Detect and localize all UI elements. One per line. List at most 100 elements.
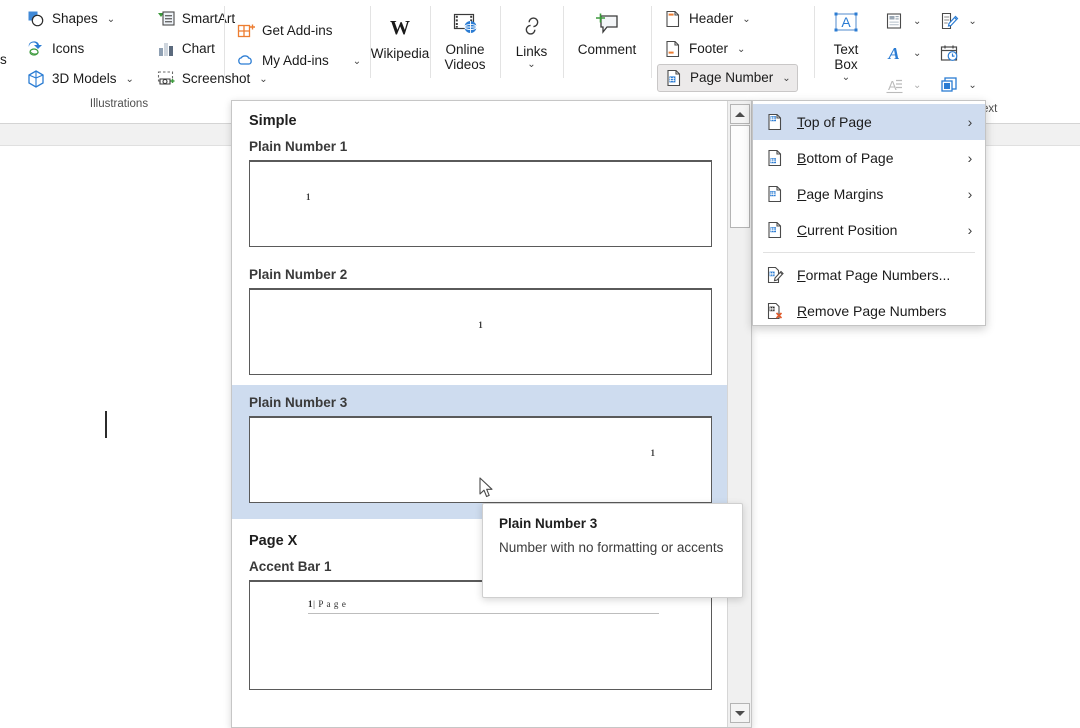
menu-item-label: Current Position xyxy=(797,222,898,238)
smartart-icon xyxy=(156,9,176,29)
svg-text:A: A xyxy=(888,78,897,93)
chevron-down-icon[interactable]: ⌄ xyxy=(968,80,976,91)
page-number-button[interactable]: Page Number ⌄ xyxy=(657,64,798,92)
get-addins-icon xyxy=(236,21,256,41)
menu-item-top-of-page[interactable]: Top of Page › xyxy=(753,104,985,140)
links-group-label xyxy=(500,80,563,100)
quick-parts-button[interactable]: ⌄ xyxy=(878,6,927,36)
gallery-item-title: Plain Number 2 xyxy=(249,267,348,282)
preview-accent-suffix: | P a g e xyxy=(313,599,347,609)
text-column-1: ⌄ A ⌄ A ⌄ xyxy=(878,6,927,100)
chevron-down-icon[interactable]: ⌄ xyxy=(968,16,976,27)
menu-item-format-page-numbers[interactable]: Format Page Numbers... xyxy=(753,257,985,293)
object-icon xyxy=(939,75,959,95)
footer-button[interactable]: Footer ⌄ xyxy=(657,34,798,64)
menu-separator xyxy=(763,252,975,253)
shapes-label: Shapes xyxy=(52,11,98,27)
3d-models-label: 3D Models xyxy=(52,71,117,87)
chevron-down-icon[interactable]: ⌄ xyxy=(913,80,921,91)
text-box-button[interactable]: A Text Box ⌄ xyxy=(820,6,872,83)
tooltip-description: Number with no formatting or accents xyxy=(499,540,724,555)
object-button[interactable]: ⌄ xyxy=(933,70,982,100)
chevron-down-icon[interactable]: ⌄ xyxy=(742,14,750,25)
preview-page-number: 1 xyxy=(306,192,311,202)
gallery-preview: 1 xyxy=(249,160,712,247)
gallery-item-title: Plain Number 3 xyxy=(249,395,348,410)
chevron-down-icon[interactable]: ⌄ xyxy=(737,44,745,55)
text-box-icon: A xyxy=(832,10,860,38)
wikipedia-button[interactable]: W Wikipedia xyxy=(371,10,430,61)
ribbon-group-container: Shapes ⌄ Icons 3D Models ⌄ SmartArt Char… xyxy=(14,0,977,110)
links-button[interactable]: Links ⌄ xyxy=(505,8,559,70)
signature-line-button[interactable]: ⌄ xyxy=(933,6,982,36)
menu-item-label: Page Margins xyxy=(797,186,884,202)
date-time-icon xyxy=(939,43,959,63)
chevron-down-icon[interactable]: ⌄ xyxy=(913,16,921,27)
3d-models-icon xyxy=(26,69,46,89)
online-videos-button[interactable]: Online Videos xyxy=(436,6,494,72)
chevron-down-icon[interactable]: ⌄ xyxy=(353,56,361,67)
date-time-button[interactable] xyxy=(933,38,982,68)
clipped-group-fragment: s xyxy=(0,52,7,67)
get-addins-button[interactable]: Get Add-ins xyxy=(230,16,367,46)
comment-button[interactable]: Comment xyxy=(570,6,645,57)
menu-item-remove-page-numbers[interactable]: Remove Page Numbers xyxy=(753,293,985,329)
chevron-down-icon[interactable]: ⌄ xyxy=(842,73,850,83)
text-caret xyxy=(105,411,107,438)
ribbon-group-online-videos: Online Videos xyxy=(430,0,500,100)
online-videos-icon xyxy=(451,10,479,38)
header-label: Header xyxy=(689,11,734,27)
menu-item-page-margins[interactable]: Page Margins › xyxy=(753,176,985,212)
wikipedia-icon: W xyxy=(386,14,414,42)
gallery-scrollbar[interactable] xyxy=(727,101,751,727)
drop-cap-icon: A xyxy=(884,75,904,95)
gallery-preview: 1 xyxy=(249,288,712,375)
ribbon-clipped-group: s xyxy=(0,0,14,100)
header-button[interactable]: Header ⌄ xyxy=(657,4,798,34)
illustrations-column-1: Shapes ⌄ Icons 3D Models ⌄ xyxy=(20,4,140,94)
menu-item-current-position[interactable]: Current Position › xyxy=(753,212,985,248)
chevron-right-icon: › xyxy=(967,114,973,130)
quick-parts-icon xyxy=(884,11,904,31)
chevron-down-icon[interactable]: ⌄ xyxy=(782,73,790,84)
gallery-item-plain-number-2[interactable]: Plain Number 2 1 xyxy=(232,257,729,375)
drop-cap-button[interactable]: A ⌄ xyxy=(878,70,927,100)
3d-models-button[interactable]: 3D Models ⌄ xyxy=(20,64,140,94)
gallery-item-plain-number-1[interactable]: Plain Number 1 1 xyxy=(232,129,729,247)
screenshot-icon xyxy=(156,69,176,89)
chevron-right-icon: › xyxy=(967,186,973,202)
icons-button[interactable]: Icons xyxy=(20,34,140,64)
format-page-numbers-icon xyxy=(765,265,785,285)
svg-text:W: W xyxy=(390,17,410,39)
gallery-tooltip: Plain Number 3 Number with no formatting… xyxy=(482,503,743,598)
chevron-down-icon[interactable]: ⌄ xyxy=(126,74,134,85)
text-column-2: ⌄ ⌄ xyxy=(933,6,982,100)
ribbon-group-addins: Get Add-ins My Add-ins ⌄ xyxy=(224,0,370,100)
comment-label: Comment xyxy=(577,42,637,57)
ribbon-group-illustrations: Shapes ⌄ Icons 3D Models ⌄ SmartArt Char… xyxy=(14,0,268,110)
triangle-down-icon xyxy=(735,710,745,716)
scroll-up-button[interactable] xyxy=(730,104,750,124)
shapes-button[interactable]: Shapes ⌄ xyxy=(20,4,140,34)
wordart-button[interactable]: A ⌄ xyxy=(878,38,927,68)
preview-page-number: 1 xyxy=(478,320,483,330)
my-addins-button[interactable]: My Add-ins ⌄ xyxy=(230,46,367,76)
scrollbar-thumb[interactable] xyxy=(730,125,750,228)
online-videos-group-label xyxy=(430,80,500,100)
current-position-icon xyxy=(765,220,785,240)
menu-item-label: Remove Page Numbers xyxy=(797,303,947,319)
gallery-scroll-content: Simple Plain Number 1 1 Plain Number 2 1… xyxy=(232,101,729,727)
addins-column: Get Add-ins My Add-ins ⌄ xyxy=(230,16,367,76)
ribbon-group-comment: Comment xyxy=(563,0,651,100)
page-number-label: Page Number xyxy=(690,70,774,86)
addins-group-label xyxy=(224,80,370,100)
footer-icon xyxy=(663,39,683,59)
chevron-down-icon[interactable]: ⌄ xyxy=(107,14,115,25)
word-window: s Shapes ⌄ Icons 3D Models ⌄ SmartArt Ch… xyxy=(0,0,1080,728)
chevron-down-icon[interactable]: ⌄ xyxy=(913,48,921,59)
scroll-down-button[interactable] xyxy=(730,703,750,723)
chevron-down-icon[interactable]: ⌄ xyxy=(527,60,535,70)
comment-icon xyxy=(593,10,621,38)
chart-icon xyxy=(156,39,176,59)
menu-item-bottom-of-page[interactable]: Bottom of Page › xyxy=(753,140,985,176)
